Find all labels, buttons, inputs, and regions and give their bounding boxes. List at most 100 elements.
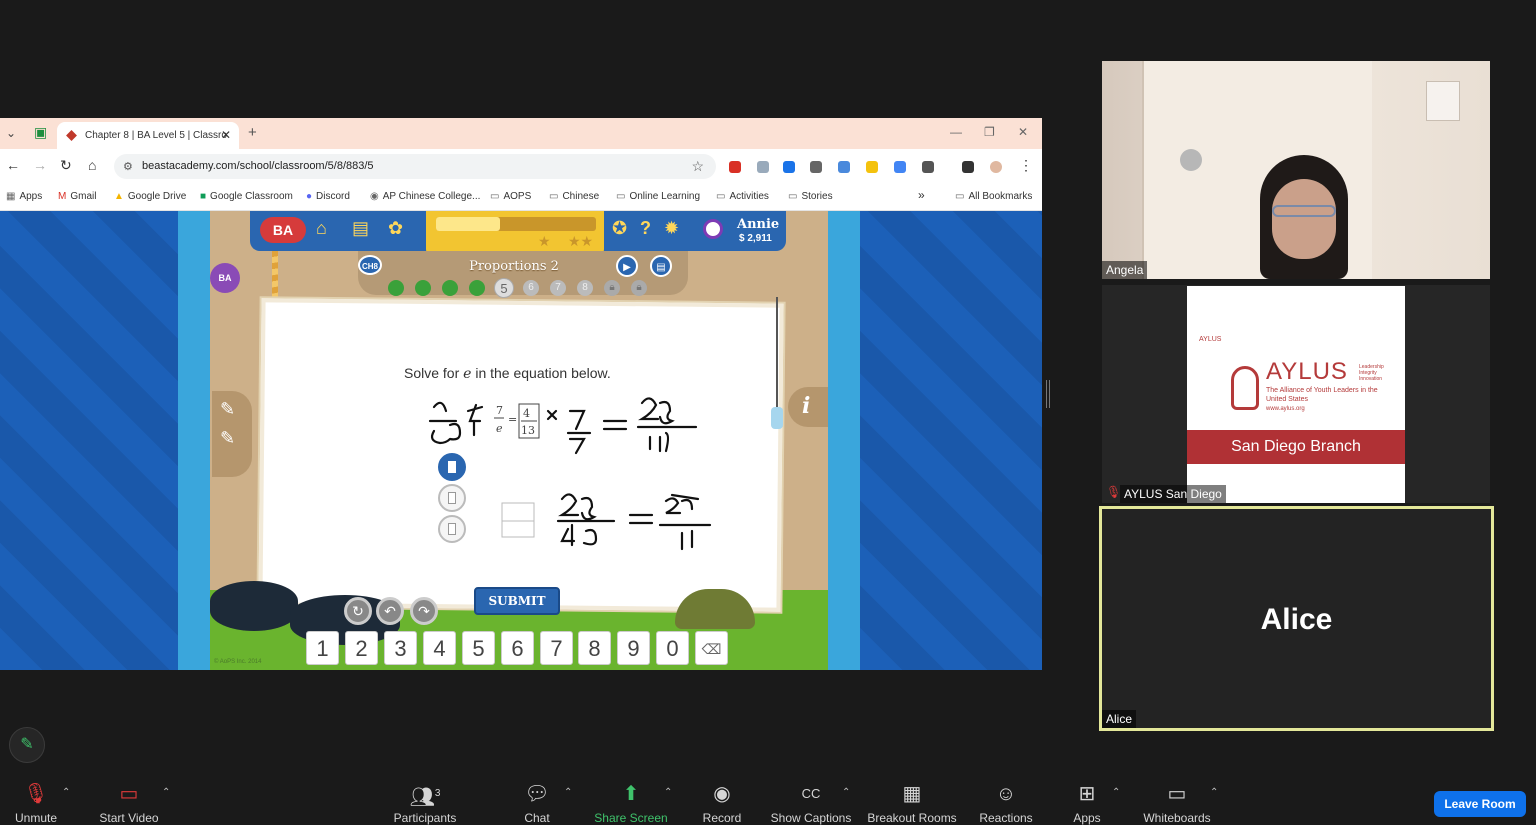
back-icon[interactable]: ← (6, 157, 20, 173)
user-name[interactable]: Annie (737, 217, 779, 232)
play-video-icon[interactable]: ▶ (616, 255, 638, 277)
redo-icon[interactable]: ↷ (410, 597, 438, 625)
bookmark-folder-online-learning[interactable]: ▭ Online Learning (616, 191, 700, 202)
unmute-button[interactable]: 🎙︎ Unmute (10, 781, 62, 825)
close-tab-icon[interactable]: ✕ (221, 128, 231, 142)
start-video-button[interactable]: ▭ Start Video (96, 781, 162, 825)
video-tile-alice[interactable]: Alice Alice (1099, 506, 1494, 731)
problem-step-8[interactable]: 8 (577, 280, 593, 296)
info-button[interactable]: i (788, 387, 828, 427)
apps-options-chevron-icon[interactable]: ⌃ (1112, 787, 1120, 798)
video-options-chevron-icon[interactable]: ⌃ (162, 787, 170, 798)
share-screen-button[interactable]: ⬆ Share Screen (594, 781, 668, 825)
reactions-button[interactable]: ☺ Reactions (978, 781, 1034, 825)
problem-step-3[interactable] (442, 280, 458, 296)
extension-icon[interactable] (757, 161, 769, 173)
captions-options-chevron-icon[interactable]: ⌃ (842, 787, 850, 798)
bookmark-folder-stories[interactable]: ▭ Stories (788, 191, 833, 202)
fraction-template-box[interactable] (501, 520, 535, 538)
key-3[interactable]: 3 (384, 631, 417, 665)
bookmark-star-icon[interactable]: ☆ (691, 158, 704, 175)
home-icon[interactable]: ⌂ (88, 157, 96, 173)
apps-button[interactable]: ⊞ Apps (1070, 781, 1104, 825)
site-info-icon[interactable]: ⚙ (123, 160, 133, 173)
monster-icon[interactable]: ✿ (388, 218, 403, 239)
address-bar[interactable]: ⚙ beastacademy.com/school/classroom/5/8/… (114, 154, 716, 179)
whole-number-tool-button[interactable] (438, 515, 466, 543)
restore-icon[interactable]: ❐ (984, 125, 995, 139)
extension-icon[interactable] (810, 161, 822, 173)
breakout-rooms-button[interactable]: ▦ Breakout Rooms (866, 781, 958, 825)
timer-extension-icon[interactable] (838, 161, 850, 173)
bookmark-google-drive[interactable]: ▲ Google Drive (114, 191, 186, 202)
eraser-icon[interactable]: ✎ (220, 428, 252, 449)
reset-icon[interactable]: ↻ (344, 597, 372, 625)
profile-avatar[interactable] (990, 161, 1002, 173)
key-6[interactable]: 6 (501, 631, 534, 665)
chat-button[interactable]: 💬︎ Chat (520, 781, 554, 825)
key-9[interactable]: 9 (617, 631, 650, 665)
submit-button[interactable]: SUBMIT (474, 587, 560, 615)
key-4[interactable]: 4 (423, 631, 456, 665)
open-book-icon[interactable]: ▤ (650, 255, 672, 277)
panel-resize-handle[interactable] (1046, 380, 1050, 408)
key-1[interactable]: 1 (306, 631, 339, 665)
new-tab-icon[interactable]: + (248, 124, 257, 141)
mixed-number-tool-button[interactable] (438, 484, 466, 512)
bookmark-folder-chinese[interactable]: ▭ Chinese (549, 191, 599, 202)
participants-button[interactable]: 👥︎3 Participants (392, 781, 458, 825)
problem-step-2[interactable] (415, 280, 431, 296)
problem-step-1[interactable] (388, 280, 404, 296)
fraction-tool-button[interactable] (438, 453, 466, 481)
key-2[interactable]: 2 (345, 631, 378, 665)
award-icon[interactable]: ✪ (612, 218, 627, 239)
send-extension-icon[interactable] (783, 161, 795, 173)
bookmark-folder-activities[interactable]: ▭ Activities (716, 191, 769, 202)
problem-step-5[interactable]: 5 (494, 278, 514, 298)
key-5[interactable]: 5 (462, 631, 495, 665)
key-7[interactable]: 7 (540, 631, 573, 665)
problem-step-4[interactable] (469, 280, 485, 296)
chat-options-chevron-icon[interactable]: ⌃ (564, 787, 572, 798)
help-icon[interactable]: ? (640, 218, 651, 239)
bookmark-gmail[interactable]: M Gmail (58, 191, 96, 202)
pencil-icon[interactable]: ✎ (220, 399, 252, 420)
bao-logo[interactable]: BA (260, 217, 306, 243)
fraction-template-box[interactable] (501, 502, 535, 522)
video-tile-angela[interactable]: Angela (1102, 61, 1490, 279)
whiteboards-button[interactable]: ▭ Whiteboards (1140, 781, 1214, 825)
audio-options-chevron-icon[interactable]: ⌃ (62, 787, 70, 798)
reload-icon[interactable]: ↻ (60, 157, 72, 174)
share-options-chevron-icon[interactable]: ⌃ (664, 787, 672, 798)
bookmark-google-classroom[interactable]: ■ Google Classroom (200, 191, 293, 202)
bookmark-folder-aops[interactable]: ▭ AOPS (490, 191, 531, 202)
extensions-puzzle-icon[interactable] (922, 161, 934, 173)
more-bookmarks-icon[interactable]: » (918, 188, 925, 202)
leave-room-button[interactable]: Leave Room (1434, 791, 1526, 817)
extension-icon[interactable] (866, 161, 878, 173)
school-icon[interactable]: ⌂ (316, 218, 327, 239)
active-tab[interactable]: Chapter 8 | BA Level 5 | Classro ✕ (57, 122, 239, 149)
whiteboards-options-chevron-icon[interactable]: ⌃ (1210, 787, 1218, 798)
bookmark-apps[interactable]: ▦ Apps (6, 191, 42, 202)
settings-gear-icon[interactable]: ✹ (664, 218, 679, 239)
backspace-icon[interactable]: ⌫ (695, 631, 728, 665)
bookmark-discord[interactable]: ● Discord (306, 191, 350, 202)
problem-step-6[interactable]: 6 (523, 280, 539, 296)
translate-extension-icon[interactable] (894, 161, 906, 173)
bao-tag-icon[interactable]: BA (210, 263, 240, 293)
all-bookmarks[interactable]: ▭ All Bookmarks (955, 191, 1032, 202)
browser-menu-icon[interactable]: ⋮ (1019, 157, 1033, 174)
record-button[interactable]: ◉ Record (700, 781, 744, 825)
tab-search-icon[interactable]: ⌄ (6, 126, 16, 140)
sheets-tab-icon[interactable]: ▣ (34, 124, 47, 141)
close-window-icon[interactable]: ✕ (1018, 125, 1028, 139)
gmail-extension-icon[interactable] (729, 161, 741, 173)
key-0[interactable]: 0 (656, 631, 689, 665)
forward-icon[interactable]: → (33, 157, 47, 173)
user-avatar[interactable] (703, 219, 723, 239)
chapter-badge[interactable]: CH8 (358, 255, 382, 275)
key-8[interactable]: 8 (578, 631, 611, 665)
undo-icon[interactable]: ↶ (376, 597, 404, 625)
bookmark-ap-chinese[interactable]: ◉ AP Chinese College... (370, 191, 480, 202)
